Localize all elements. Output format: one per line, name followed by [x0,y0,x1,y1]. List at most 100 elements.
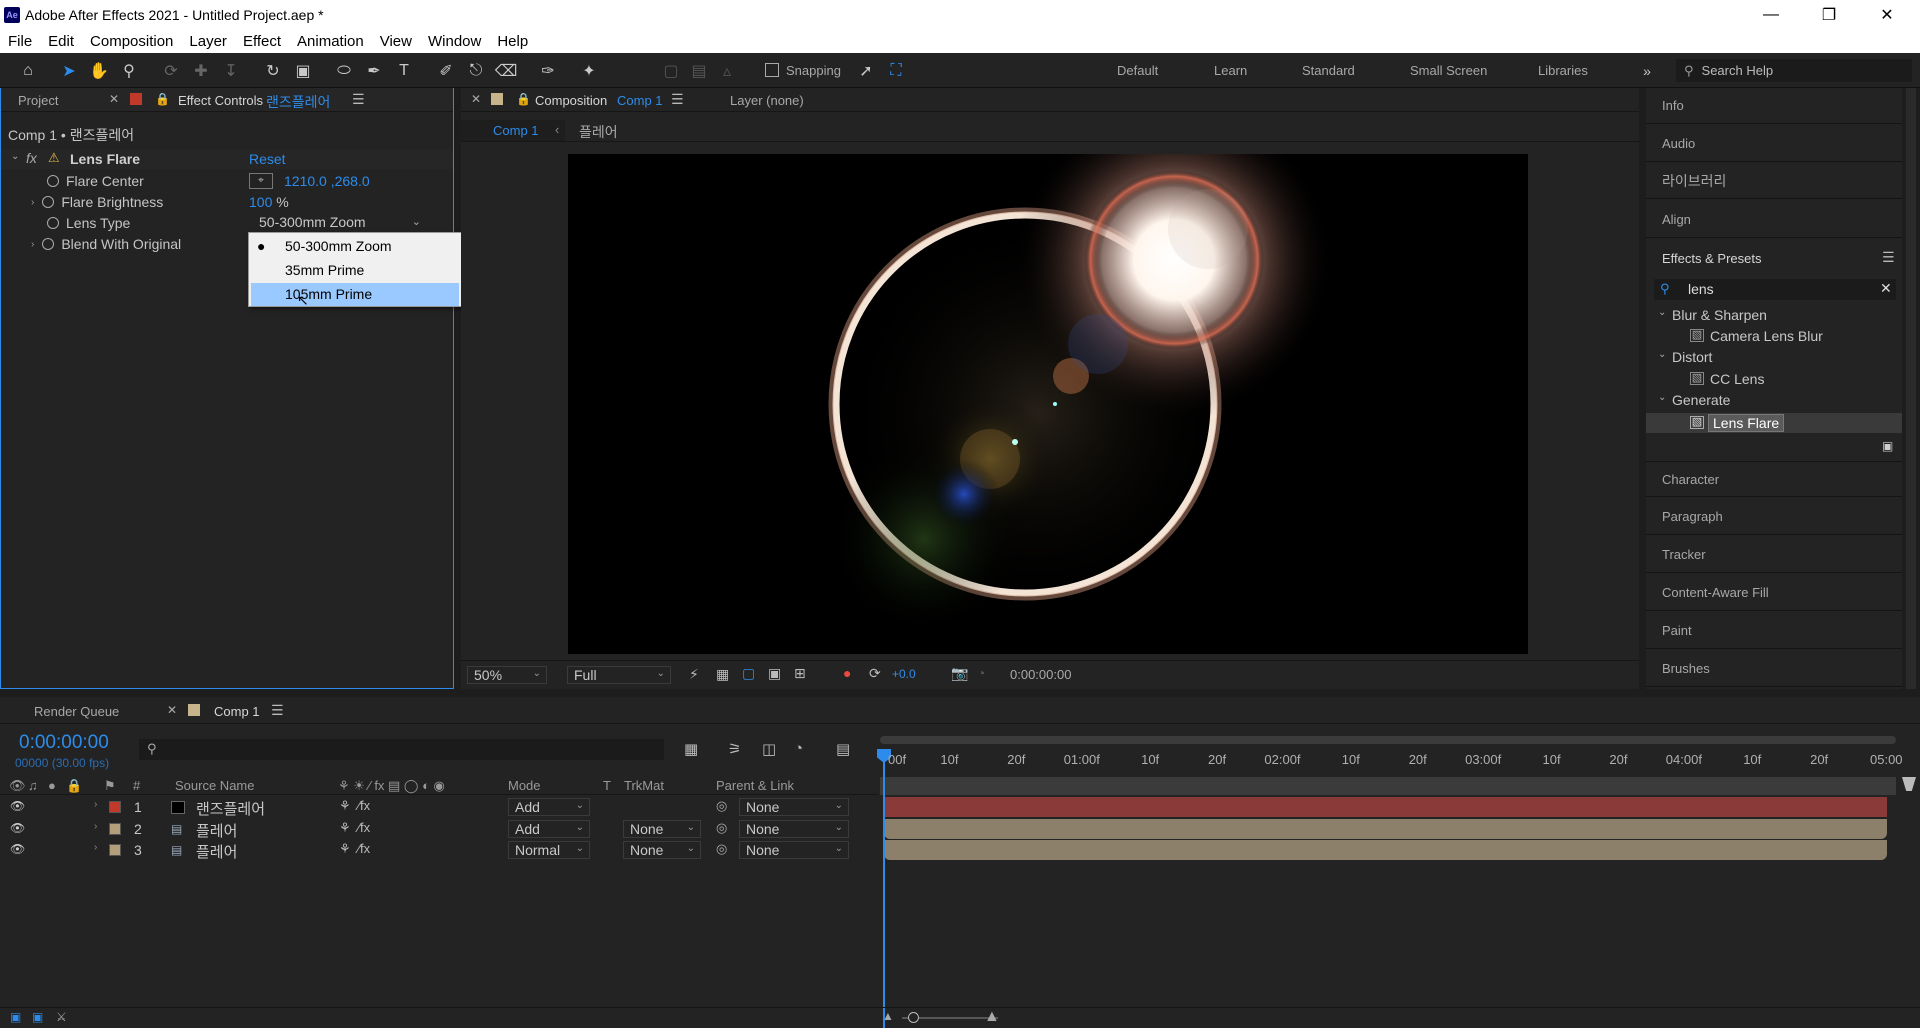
crosshair-icon[interactable]: ⌖ [249,173,273,189]
workspace-learn[interactable]: Learn [1214,63,1247,78]
panel-menu-icon[interactable]: ☰ [1882,249,1895,266]
fast-previews-icon[interactable]: ⚡ [689,666,699,683]
lock-icon[interactable]: 🔒 [155,92,170,106]
resolution-select[interactable]: Full ⌄ [567,666,671,684]
tab-paint[interactable]: Paint [1646,613,1902,649]
orbit-camera-icon[interactable]: ⟳ [160,60,182,82]
comp-end-marker-icon[interactable] [1902,777,1916,791]
pickwhip-icon[interactable]: ◎ [716,820,727,836]
eye-icon[interactable]: 👁 [10,821,25,835]
layer-row[interactable]: 👁 › 3 ▤ 플레어 ⚘ ∕fx Normal ⌄ None ⌄ ◎ None ⌄ [0,840,880,861]
reset-button[interactable]: Reset [249,151,286,167]
menu-help[interactable]: Help [489,33,536,50]
grid-guides-icon[interactable]: ⊞ [794,665,806,682]
reset-exposure-icon[interactable]: ⟳ [869,665,881,682]
ellipse-tool-icon[interactable]: ⬭ [333,60,355,82]
tree-item[interactable]: ▧ Camera Lens Blur [1654,328,1896,348]
dolly-camera-icon[interactable]: ↧ [220,60,242,82]
layer-duration-bar[interactable] [884,819,1887,839]
composition-flowchart-icon[interactable]: ▦ [684,740,698,758]
layer-switches[interactable]: ⚘ ∕fx [339,798,370,814]
label-column-icon[interactable]: ⚑ [104,778,116,794]
axis-local-icon[interactable]: ▢ [660,60,682,82]
lock-toggle-icon[interactable]: 🔒 [66,778,82,794]
tab-paragraph[interactable]: Paragraph [1646,499,1902,535]
effects-search-field[interactable]: ⚲ lens ✕ [1654,279,1896,300]
expand-arrow-icon[interactable]: › [94,799,97,810]
zoom-slider-thumb[interactable] [908,1012,919,1023]
tab-effect-controls[interactable]: Effect Controls [178,93,263,108]
zoom-in-icon[interactable]: ▲ [984,1008,1000,1026]
exposure-value[interactable]: +0.0 [892,667,916,681]
dropdown-item[interactable]: 35mm Prime [249,259,461,282]
tab-content-aware-fill[interactable]: Content-Aware Fill [1646,575,1902,611]
new-folder-icon[interactable]: ▣ [1882,439,1893,453]
expand-arrow-icon[interactable]: › [94,821,97,832]
source-name-header[interactable]: Source Name [175,778,254,793]
axis-view-icon[interactable]: ▵ [716,60,738,82]
tab-project[interactable]: Project [18,93,58,108]
layer-label-color[interactable] [109,823,121,835]
search-help-field[interactable]: ⚲ Search Help [1676,59,1912,82]
layer-duration-bar[interactable] [884,840,1887,860]
stopwatch-icon[interactable] [47,175,59,187]
tree-item-selected-row[interactable]: ▧ Lens Flare [1646,413,1902,433]
flare-brightness-value[interactable]: 100 [249,194,272,210]
flow-layer[interactable]: 플레어 [579,122,618,142]
restore-icon[interactable]: ❐ [1800,0,1858,29]
dropdown-item-highlighted[interactable]: 105mm Prime [251,283,459,306]
snap-options-icon[interactable]: ➚ [855,60,877,82]
channel-icon[interactable]: ● [843,665,851,681]
eraser-tool-icon[interactable]: ⌫ [495,60,518,82]
in-out-toggle-icon[interactable]: ⚔ [56,1010,67,1024]
brush-tool-icon[interactable]: ✐ [435,60,457,82]
minimize-icon[interactable]: — [1742,0,1800,29]
dropdown-item[interactable]: ● 50-300mm Zoom [249,235,461,258]
layer-label-color[interactable] [109,844,121,856]
flare-center-value[interactable]: 1210.0 ,268.0 [284,173,370,189]
tab-align[interactable]: Align [1646,202,1902,238]
trkmat-select[interactable]: None ⌄ [623,820,701,838]
pan-behind-icon[interactable]: ▣ [292,60,314,82]
composition-viewer[interactable] [568,154,1528,654]
menu-window[interactable]: Window [420,33,489,50]
layer-name[interactable]: 랜즈플레어 [196,798,265,819]
clear-search-icon[interactable]: ✕ [1880,280,1892,297]
collapse-arrow-icon[interactable]: ⌄ [11,151,19,162]
layer-label-color[interactable] [109,801,121,813]
magnification-select[interactable]: 50% ⌄ [467,666,547,684]
tab-render-queue[interactable]: Render Queue [34,704,119,719]
timeline-search-field[interactable]: ⚲ [139,739,664,760]
current-time[interactable]: 0:00:00:00 [19,732,109,754]
workspace-standard[interactable]: Standard [1302,63,1355,78]
panel-menu-icon[interactable]: ☰ [352,91,365,108]
close-tab-icon[interactable]: ✕ [471,92,481,106]
stopwatch-icon[interactable] [42,238,55,250]
tree-category[interactable]: ⌄ Distort [1654,349,1896,369]
show-snapshot-icon[interactable]: ◔ [977,665,985,681]
layer-switches-toggle-icon[interactable]: ▣ [10,1010,21,1024]
eye-icon[interactable]: 👁 [10,799,25,813]
trkmat-select[interactable]: None ⌄ [623,841,701,859]
expand-arrow-icon[interactable]: › [31,239,34,250]
viewer-timecode[interactable]: 0:00:00:00 [1010,667,1071,682]
playhead[interactable] [883,749,885,1028]
home-icon[interactable]: ⌂ [17,60,39,82]
stopwatch-icon[interactable] [42,196,55,208]
layer-name[interactable]: 플레어 [196,841,237,862]
effect-layer-name[interactable]: 랜즈플레어 [266,92,330,112]
pickwhip-icon[interactable]: ◎ [716,798,727,814]
lens-type-select[interactable]: 50-300mm Zoom ⌄ [249,212,427,232]
solo-toggle-icon[interactable]: ● [48,778,56,793]
layer-duration-bar[interactable] [884,797,1887,817]
workspace-default[interactable]: Default [1117,63,1158,78]
right-scrollbar[interactable] [1906,88,1916,689]
eye-icon[interactable]: 👁 [10,842,25,856]
close-tab-icon[interactable]: ✕ [109,92,119,106]
tab-composition[interactable]: Composition [535,93,607,108]
layer-row[interactable]: 👁 › 2 ▤ 플레어 ⚘ ∕fx Add ⌄ None ⌄ ◎ None ⌄ [0,819,880,840]
expand-arrow-icon[interactable]: › [31,197,34,208]
selection-tool-icon[interactable]: ➤ [58,60,80,82]
stopwatch-icon[interactable] [47,217,59,229]
expand-arrow-icon[interactable]: › [94,842,97,853]
